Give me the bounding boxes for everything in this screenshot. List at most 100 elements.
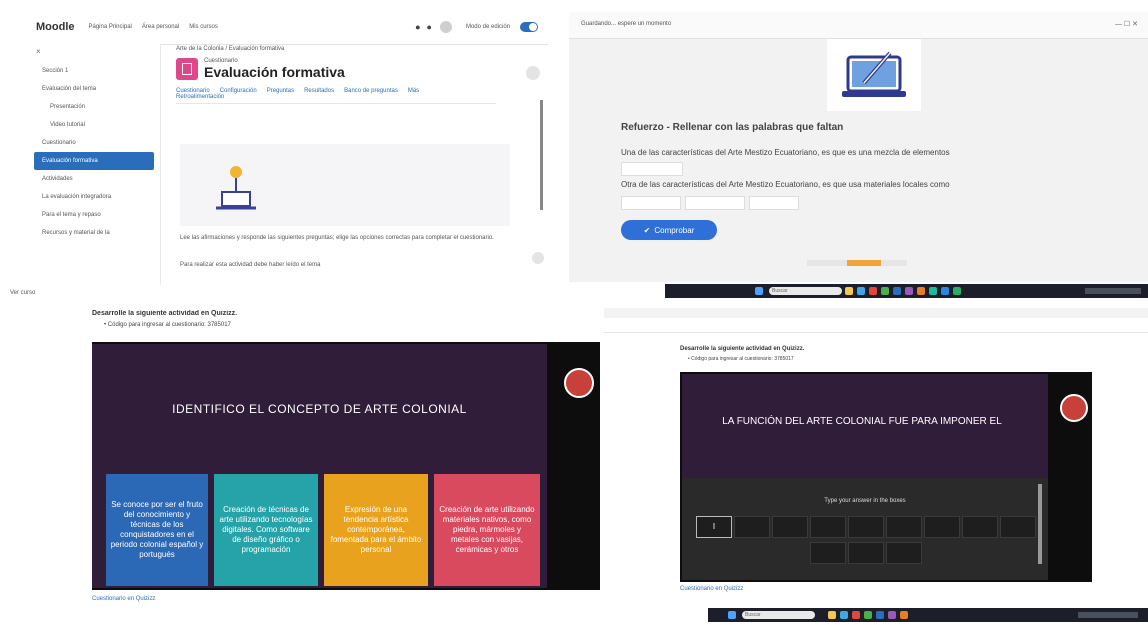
slides-window: Desarrolle la siguiente actividad en Qui… [92, 310, 600, 622]
page-title: Evaluación formativa [204, 64, 345, 80]
letter-box[interactable] [848, 516, 884, 538]
avatar[interactable] [439, 21, 452, 33]
drawer-toggle-icon[interactable] [526, 66, 540, 80]
windows-start-icon[interactable] [728, 611, 736, 619]
app-icon[interactable] [840, 611, 848, 619]
app-icon[interactable] [900, 611, 908, 619]
app-icon[interactable] [893, 287, 901, 295]
letter-box[interactable] [810, 516, 846, 538]
quiz-header: Guardando... espere un momento — ☐ ✕ [569, 12, 1148, 39]
sidebar-item[interactable]: Recursos y material de la [28, 224, 160, 242]
option-card-2[interactable]: Creación de técnicas de arte utilizando … [214, 474, 318, 586]
app-icon[interactable] [857, 287, 865, 295]
answer-area: Type your answer in the boxes I [682, 478, 1048, 580]
bell-icon[interactable]: ● [415, 22, 420, 32]
nav-mycourses-link[interactable]: Mis cursos [189, 24, 218, 30]
moodle-logo[interactable]: Moodle [36, 21, 75, 33]
slide: IDENTIFICO EL CONCEPTO DE ARTE COLONIAL … [92, 344, 547, 588]
letter-box[interactable] [810, 542, 846, 564]
app-icon[interactable] [845, 287, 853, 295]
sidebar-item[interactable]: Presentación [28, 98, 160, 116]
check-button[interactable]: ✔ Comprobar [621, 220, 717, 240]
scrollbar-2[interactable] [1038, 484, 1042, 564]
saving-status: Guardando... espere un momento [581, 21, 672, 27]
sidebar-item-active[interactable]: Evaluación formativa [34, 152, 154, 170]
app-icon[interactable] [852, 611, 860, 619]
webcam-thumbnail-2[interactable] [1060, 394, 1088, 422]
code-bullet: • Código para ingresar al cuestionario: … [104, 322, 231, 328]
app-icon[interactable] [869, 287, 877, 295]
sidebar-item[interactable]: Actividades [28, 170, 160, 188]
slide-frame-2: LA FUNCIÓN DEL ARTE COLONIAL FUE PARA IM… [680, 372, 1092, 582]
option-card-1[interactable]: Se conoce por ser el fruto del conocimie… [106, 474, 208, 586]
question-1-text: Una de las características del Arte Mest… [621, 148, 950, 157]
nav-home-link[interactable]: Página Principal [89, 24, 132, 30]
intro-card [180, 144, 510, 226]
windows-start-icon[interactable] [755, 287, 763, 295]
system-tray[interactable] [1085, 288, 1141, 294]
question-title: Refuerzo - Rellenar con las palabras que… [621, 122, 844, 133]
taskbar-bottom: Buscar [708, 608, 1148, 622]
answer-input-1[interactable] [621, 162, 683, 176]
tab-feedback[interactable]: Retroalimentación [176, 94, 496, 100]
answer-input-3[interactable] [685, 196, 745, 210]
activity-instruction: Desarrolle la siguiente actividad en Qui… [92, 310, 238, 317]
close-icon[interactable]: × [36, 47, 41, 56]
letter-box[interactable] [886, 516, 922, 538]
sidebar-item[interactable]: Para el tema y repaso [28, 206, 160, 224]
question-2-text: Otra de las características del Arte Mes… [621, 180, 950, 189]
status-left[interactable]: Ver curso [10, 290, 35, 296]
answer-prompt: Type your answer in the boxes [824, 498, 906, 504]
app-icon[interactable] [941, 287, 949, 295]
image-card [827, 39, 921, 111]
letter-box[interactable] [848, 542, 884, 564]
edit-mode-label: Modo de edición [465, 24, 510, 30]
sidebar-item[interactable]: Evaluación del tema [28, 80, 160, 98]
letter-box[interactable] [924, 516, 960, 538]
letter-box[interactable] [772, 516, 808, 538]
app-icon[interactable] [888, 611, 896, 619]
code-bullet-text: Código para ingresar al cuestionario: 37… [107, 322, 231, 328]
moodle-topbar: Moodle Página Principal Área personal Mi… [28, 10, 548, 45]
slide-frame: IDENTIFICO EL CONCEPTO DE ARTE COLONIAL … [92, 342, 600, 590]
slides-footer[interactable]: Cuestionario en Quizizz [92, 596, 155, 602]
taskbar-search[interactable]: Buscar [769, 287, 842, 295]
app-icon[interactable] [881, 287, 889, 295]
letter-box[interactable] [734, 516, 770, 538]
sidebar-item[interactable]: Cuestionario [28, 134, 160, 152]
letter-box[interactable] [1000, 516, 1036, 538]
app-icon[interactable] [876, 611, 884, 619]
app-icon[interactable] [828, 611, 836, 619]
scrollbar[interactable] [540, 100, 543, 210]
answer-input-2[interactable] [621, 196, 681, 210]
app-icon[interactable] [864, 611, 872, 619]
app-icon[interactable] [929, 287, 937, 295]
letter-box[interactable] [962, 516, 998, 538]
app-icon[interactable] [953, 287, 961, 295]
moodle-window: Moodle Página Principal Área personal Mi… [28, 10, 548, 285]
webcam-thumbnail[interactable] [564, 368, 594, 398]
chat-icon[interactable]: ● [427, 22, 432, 32]
system-tray-2[interactable] [1078, 612, 1138, 618]
sidebar-item[interactable]: La evaluación integradora [28, 188, 160, 206]
letter-box[interactable] [886, 542, 922, 564]
option-card-4[interactable]: Creación de arte utilizando materiales n… [434, 474, 540, 586]
nav-dashboard-link[interactable]: Área personal [142, 24, 179, 30]
taskbar-search-2[interactable]: Buscar [742, 611, 815, 619]
answer-input-4[interactable] [749, 196, 799, 210]
sidebar-item[interactable]: Video tutorial [28, 116, 160, 134]
breadcrumb[interactable]: Arte de la Colonia / Evaluación formativ… [176, 46, 546, 52]
main-content: Arte de la Colonia / Evaluación formativ… [176, 44, 546, 285]
slides2-footer[interactable]: Cuestionario en Quizizz [680, 586, 743, 592]
sidebar-item[interactable]: Sección 1 [28, 62, 160, 80]
letter-box-1[interactable]: I [696, 516, 732, 538]
edit-mode-toggle[interactable] [520, 22, 538, 32]
option-card-3[interactable]: Expresión de una tendencia artística con… [324, 474, 428, 586]
scroll-circle-icon[interactable] [532, 252, 544, 264]
activity-instruction-2: Desarrolle la siguiente actividad en Qui… [680, 346, 805, 352]
intro-text: Lee las afirmaciones y responde las sigu… [180, 235, 494, 241]
app-icon[interactable] [905, 287, 913, 295]
slide-title: IDENTIFICO EL CONCEPTO DE ARTE COLONIAL [172, 402, 467, 416]
app-icon[interactable] [917, 287, 925, 295]
window-controls[interactable]: — ☐ ✕ [1115, 20, 1138, 28]
